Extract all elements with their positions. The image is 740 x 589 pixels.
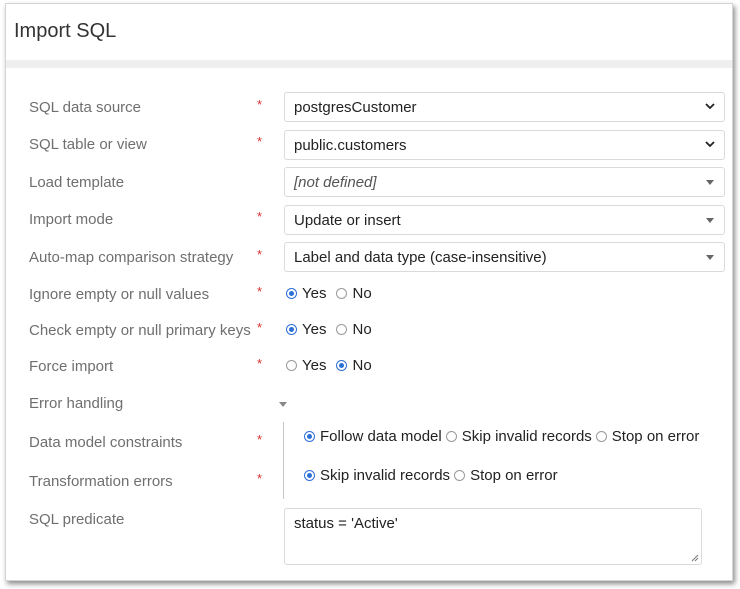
radio-label: No — [352, 321, 372, 338]
radio-unselected-icon — [336, 288, 348, 299]
import-mode-value: Update or insert — [294, 212, 401, 229]
radio-label: Stop on error — [611, 428, 700, 445]
caret-down-icon — [706, 255, 714, 260]
data-model-follow-radio[interactable]: Follow data model — [304, 428, 442, 445]
force-import-radio-group: Yes No — [286, 357, 376, 374]
header-divider — [6, 60, 732, 68]
radio-unselected-icon — [454, 470, 466, 481]
resize-grip-icon[interactable] — [691, 554, 699, 562]
radio-label: Follow data model — [320, 428, 442, 445]
force-import-label: Force import — [29, 358, 114, 375]
required-marker: * — [257, 97, 263, 112]
ignore-empty-label: Ignore empty or null values — [29, 286, 210, 303]
radio-label: Yes — [302, 357, 327, 374]
data-model-skip-radio[interactable]: Skip invalid records — [445, 428, 592, 445]
data-model-stop-radio[interactable]: Stop on error — [595, 428, 700, 445]
sql-predicate-value: status = 'Active' — [294, 515, 398, 532]
caret-down-icon — [706, 180, 714, 185]
auto-map-value: Label and data type (case-insensitive) — [294, 249, 547, 266]
required-marker: * — [257, 432, 263, 447]
load-template-value: [not defined] — [294, 174, 377, 191]
sql-table-value: public.customers — [294, 137, 407, 154]
sql-predicate-label: SQL predicate — [29, 511, 125, 528]
chevron-down-icon — [705, 141, 715, 148]
radio-label: No — [352, 285, 372, 302]
data-model-label: Data model constraints — [29, 434, 183, 451]
radio-label: Yes — [302, 285, 327, 302]
force-import-no-radio[interactable]: No — [336, 357, 372, 374]
ignore-empty-no-radio[interactable]: No — [336, 285, 372, 302]
required-marker: * — [257, 134, 263, 149]
caret-down-icon — [706, 218, 714, 223]
radio-unselected-icon — [595, 431, 607, 442]
transformation-stop-radio[interactable]: Stop on error — [454, 467, 558, 484]
sql-data-source-value: postgresCustomer — [294, 99, 417, 116]
sql-data-source-label: SQL data source — [29, 99, 142, 116]
required-marker: * — [257, 471, 263, 486]
required-marker: * — [257, 247, 263, 262]
radio-unselected-icon — [445, 431, 457, 442]
radio-selected-icon — [304, 470, 315, 481]
radio-selected-icon — [286, 324, 297, 335]
required-marker: * — [257, 356, 263, 371]
force-import-yes-radio[interactable]: Yes — [286, 357, 326, 374]
check-pk-radio-group: Yes No — [286, 321, 376, 338]
radio-label: Stop on error — [470, 467, 558, 484]
data-model-radio-group: Follow data model Skip invalid records S… — [304, 428, 703, 445]
sql-predicate-textarea[interactable]: status = 'Active' — [284, 508, 702, 565]
radio-unselected-icon — [336, 324, 348, 335]
load-template-label: Load template — [29, 174, 125, 191]
transformation-radio-group: Skip invalid records Stop on error — [304, 467, 562, 484]
required-marker: * — [257, 320, 263, 335]
transformation-errors-label: Transformation errors — [29, 473, 173, 490]
radio-label: Yes — [302, 321, 327, 338]
radio-selected-icon — [304, 431, 315, 442]
dialog-title: Import SQL — [14, 20, 117, 42]
import-mode-label: Import mode — [29, 211, 114, 228]
radio-unselected-icon — [286, 360, 297, 371]
sql-table-select[interactable]: public.customers — [284, 130, 725, 160]
radio-selected-icon — [286, 288, 297, 299]
radio-selected-icon — [336, 360, 348, 371]
ignore-empty-yes-radio[interactable]: Yes — [286, 285, 326, 302]
radio-label: Skip invalid records — [461, 428, 592, 445]
check-pk-yes-radio[interactable]: Yes — [286, 321, 326, 338]
sql-table-label: SQL table or view — [29, 136, 147, 153]
transformation-skip-radio[interactable]: Skip invalid records — [304, 467, 450, 484]
auto-map-select[interactable]: Label and data type (case-insensitive) — [284, 242, 725, 272]
import-sql-dialog: Import SQL SQL data source * postgresCus… — [5, 3, 733, 581]
radio-label: Skip invalid records — [320, 467, 451, 484]
check-pk-label: Check empty or null primary keys — [29, 322, 251, 339]
ignore-empty-radio-group: Yes No — [286, 285, 376, 302]
group-divider — [283, 422, 284, 499]
check-pk-no-radio[interactable]: No — [336, 321, 372, 338]
load-template-select[interactable]: [not defined] — [284, 167, 725, 197]
required-marker: * — [257, 209, 263, 224]
required-marker: * — [257, 284, 263, 299]
sql-data-source-select[interactable]: postgresCustomer — [284, 92, 725, 122]
chevron-down-icon — [705, 103, 715, 110]
import-mode-select[interactable]: Update or insert — [284, 205, 725, 235]
radio-label: No — [352, 357, 372, 374]
error-handling-label: Error handling — [29, 395, 124, 412]
expand-caret-icon[interactable] — [279, 402, 287, 407]
auto-map-label: Auto-map comparison strategy — [29, 249, 234, 266]
